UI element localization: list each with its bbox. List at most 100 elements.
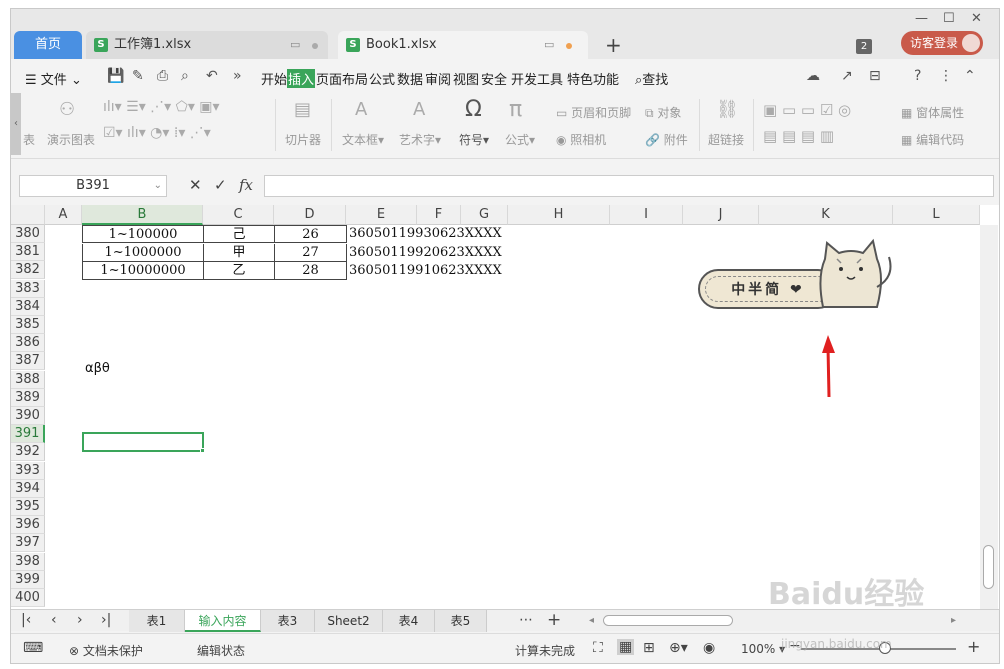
fx-icon[interactable]: fx xyxy=(239,176,253,194)
header-footer-button[interactable]: ▭ 页眉和页脚 xyxy=(556,104,631,121)
save-icon[interactable]: 💾 xyxy=(107,68,124,84)
row-header[interactable]: 400 xyxy=(11,589,45,607)
close-icon[interactable]: ✕ xyxy=(971,11,982,26)
ribbon-scroll-left[interactable]: ‹ xyxy=(11,93,21,155)
zoom-level[interactable]: 100% ▾ xyxy=(741,642,785,656)
cell-b382[interactable]: 1~10000000 xyxy=(82,262,204,280)
menu-file[interactable]: ☰ 文件 ⌄ xyxy=(25,69,82,88)
column-header[interactable]: K xyxy=(759,205,893,225)
cell-d382[interactable]: 28 xyxy=(275,262,347,280)
row-header[interactable]: 388 xyxy=(11,370,45,389)
chart-types-icon-row2[interactable]: ☑▾ ılı▾ ◔▾ ⁞▾ ⋰▾ xyxy=(103,125,211,141)
cell-e382[interactable]: 36050119910623XXXX xyxy=(349,262,502,280)
chevron-up-icon[interactable]: ⌃ xyxy=(964,68,976,84)
attachment-button[interactable]: 🔗 附件 xyxy=(645,131,688,148)
column-header[interactable]: A xyxy=(45,205,82,225)
menu-page-layout[interactable]: 页面布局 xyxy=(316,69,368,88)
row-header[interactable]: 394 xyxy=(11,479,45,498)
tab-book1[interactable]: S Book1.xlsx ▭ xyxy=(338,31,588,59)
cell-d381[interactable]: 27 xyxy=(275,244,347,262)
menu-special[interactable]: 特色功能 xyxy=(567,69,619,88)
format-painter-icon[interactable]: ✎ xyxy=(132,68,144,84)
add-sheet-button[interactable]: + xyxy=(547,610,561,630)
column-header[interactable]: E xyxy=(346,205,417,225)
maximize-icon[interactable]: ☐ xyxy=(943,11,955,26)
row-header[interactable]: 397 xyxy=(11,534,45,553)
column-header[interactable]: C xyxy=(203,205,274,225)
row-header[interactable]: 384 xyxy=(11,297,45,316)
sheet-tab[interactable]: Sheet2 xyxy=(315,610,383,632)
guest-login-button[interactable]: 访客登录 xyxy=(901,31,983,55)
collapse-icon[interactable]: ⊟ xyxy=(869,68,881,84)
normal-view-icon[interactable]: ▦ xyxy=(617,639,635,655)
cancel-icon[interactable]: ✕ xyxy=(189,176,202,194)
print-icon[interactable]: ⎙ xyxy=(157,68,168,84)
menu-formula[interactable]: 公式 xyxy=(369,69,395,88)
select-all-corner[interactable] xyxy=(11,205,45,225)
next-sheet-icon[interactable]: › xyxy=(77,612,83,628)
share-icon[interactable]: ↗ xyxy=(841,68,853,84)
form-properties-button[interactable]: ▦ 窗体属性 xyxy=(901,104,964,121)
active-cell-b391[interactable] xyxy=(82,432,204,452)
sheet-tab[interactable]: 表5 xyxy=(435,610,487,632)
hscroll-left-icon[interactable]: ◂ xyxy=(589,615,594,626)
column-header[interactable]: B xyxy=(82,205,203,225)
row-header[interactable]: 383 xyxy=(11,279,45,298)
row-header[interactable]: 396 xyxy=(11,516,45,535)
row-header[interactable]: 395 xyxy=(11,498,45,516)
sheet-tab[interactable]: 输入内容 xyxy=(185,610,261,632)
cell-b381[interactable]: 1~1000000 xyxy=(82,244,204,262)
row-header[interactable]: 386 xyxy=(11,334,45,353)
minimize-icon[interactable]: — xyxy=(915,11,928,26)
row-header[interactable]: 392 xyxy=(11,443,45,462)
cell-b387[interactable]: αβθ xyxy=(85,360,110,378)
calc-status[interactable]: 计算未完成 xyxy=(515,642,575,659)
sheet-tab[interactable]: 表3 xyxy=(261,610,315,632)
last-sheet-icon[interactable]: ›| xyxy=(101,612,111,628)
sheet-tab[interactable]: 表1 xyxy=(129,610,185,632)
cell-b380[interactable]: 1~100000 xyxy=(82,225,204,243)
first-sheet-icon[interactable]: |‹ xyxy=(21,612,31,628)
column-header[interactable]: J xyxy=(683,205,759,225)
name-box[interactable]: B391 ⌄ xyxy=(19,175,167,197)
prev-sheet-icon[interactable]: ‹ xyxy=(51,612,57,628)
menu-review[interactable]: 审阅 xyxy=(425,69,451,88)
row-header[interactable]: 382 xyxy=(11,261,45,280)
symbol-button[interactable]: 符号▾ xyxy=(459,131,489,148)
ribbon-table-button[interactable]: 表 xyxy=(23,131,35,148)
tab-workbook1[interactable]: S 工作簿1.xlsx ▭ xyxy=(86,31,328,59)
chart-types-icon[interactable]: ılı▾ ☰▾ ⋰▾ ⬠▾ ▣▾ xyxy=(103,99,220,115)
sheet-grid[interactable]: A B C D E F G H I J K L 380 381 382 383 384 3… xyxy=(11,205,999,609)
doc-protection-status[interactable]: ⊗ 文档未保护 xyxy=(69,642,143,659)
menu-search[interactable]: ⌕查找 xyxy=(635,69,668,88)
column-header[interactable]: F xyxy=(417,205,461,225)
row-header[interactable]: 385 xyxy=(11,316,45,334)
cell-d380[interactable]: 26 xyxy=(275,225,347,243)
cell-c380[interactable]: 己 xyxy=(204,225,275,243)
zoom-in-icon[interactable]: + xyxy=(967,637,980,656)
new-tab-button[interactable]: + xyxy=(605,33,622,57)
object-button[interactable]: ⧉ 对象 xyxy=(645,104,681,121)
menu-insert[interactable]: 插入 xyxy=(287,69,316,88)
column-header[interactable]: H xyxy=(508,205,610,225)
row-header[interactable]: 381 xyxy=(11,243,45,262)
menu-developer[interactable]: 开发工具 xyxy=(511,69,563,88)
hscroll-right-icon[interactable]: ▸ xyxy=(951,615,956,626)
row-header[interactable]: 399 xyxy=(11,570,45,589)
fill-handle[interactable] xyxy=(200,448,205,453)
formula-input[interactable] xyxy=(264,175,994,197)
hyperlink-button[interactable]: 超链接 xyxy=(708,131,744,148)
row-header[interactable]: 393 xyxy=(11,461,45,480)
column-header[interactable]: I xyxy=(610,205,683,225)
menu-home[interactable]: 开始 xyxy=(261,69,287,88)
menu-data[interactable]: 数据 xyxy=(397,69,423,88)
row-header[interactable]: 387 xyxy=(11,352,45,371)
column-header[interactable]: L xyxy=(893,205,980,225)
help-icon[interactable]: ? xyxy=(914,68,921,84)
print-preview-icon[interactable]: ⌕ xyxy=(181,68,189,84)
menu-security[interactable]: 安全 xyxy=(481,69,507,88)
fullscreen-icon[interactable]: ⛶ xyxy=(593,640,603,656)
undo-icon[interactable]: ↶ xyxy=(206,68,218,84)
column-header[interactable]: G xyxy=(461,205,508,225)
vertical-scroll-thumb[interactable] xyxy=(983,545,994,589)
